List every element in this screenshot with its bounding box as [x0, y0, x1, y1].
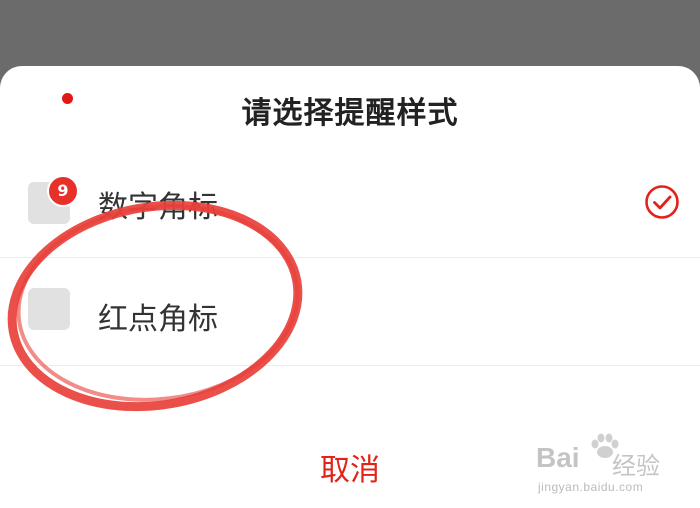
option-number-badge[interactable]: 9 数字角标 — [0, 150, 700, 258]
app-placeholder-icon — [28, 288, 70, 330]
screen: 请选择提醒样式 9 数字角标 红点角标 取消 Bai 经验 jingyan.ba… — [0, 0, 700, 508]
option-red-dot-badge[interactable]: 红点角标 — [0, 258, 700, 366]
option-label: 数字角标 — [98, 190, 218, 225]
option-divider — [0, 365, 700, 366]
sheet-title: 请选择提醒样式 — [241, 96, 459, 131]
cancel-button[interactable]: 取消 — [250, 446, 450, 496]
option-label: 红点角标 — [98, 302, 218, 337]
red-dot-badge — [62, 93, 73, 104]
check-circle-icon — [645, 185, 679, 219]
reminder-style-sheet: 请选择提醒样式 9 数字角标 红点角标 取消 — [0, 66, 700, 508]
number-badge: 9 — [47, 175, 79, 207]
